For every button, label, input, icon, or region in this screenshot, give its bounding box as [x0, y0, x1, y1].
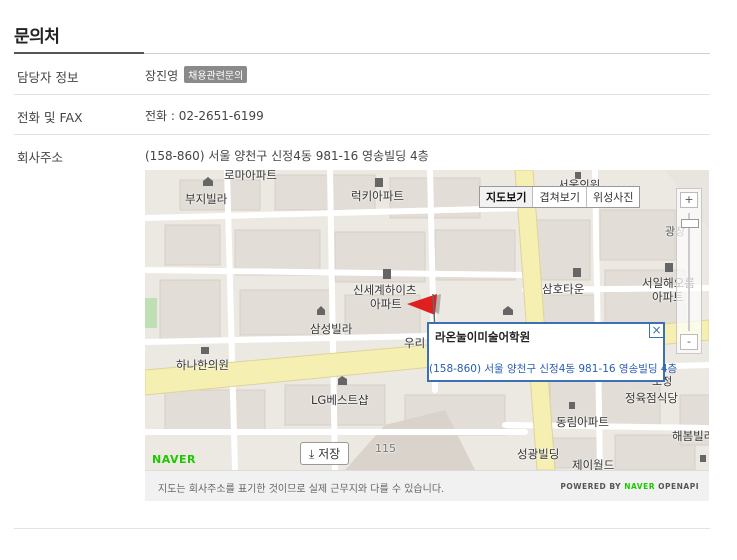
map-label-haebom: 해봄빌라	[672, 429, 709, 443]
manager-name: 장진영	[145, 69, 179, 83]
save-map-button[interactable]: ⤓ 저장	[300, 442, 350, 465]
manager-label: 담당자 정보	[17, 70, 79, 85]
powered-by: POWERED BY NAVER OPENAPI	[560, 482, 699, 491]
zoom-out-button[interactable]: -	[680, 334, 698, 350]
save-label: 저장	[318, 447, 341, 461]
map-label-lgbest: LG베스트샵	[311, 393, 369, 407]
map-label-shinsegae2: 아파트	[370, 297, 402, 311]
naver-logo[interactable]: NAVER	[152, 453, 196, 466]
info-close-button[interactable]: ×	[649, 324, 663, 338]
map-label-samsung: 삼성빌라	[310, 322, 353, 336]
manager-value: 장진영 채용관련문의	[145, 66, 248, 84]
zoom-control: + -	[676, 188, 702, 354]
satellite-type-button[interactable]: 위성사진	[585, 187, 639, 207]
info-address[interactable]: (158-860) 서울 양천구 신정4동 981-16 영송빌딩 4층	[429, 361, 677, 376]
map-label-donglim: 동림아파트	[556, 415, 609, 429]
zoom-in-button[interactable]: +	[680, 192, 698, 208]
section-title: 문의처	[14, 27, 60, 47]
map-label-seonggwang: 성광빌딩	[517, 447, 560, 461]
recruit-badge: 채용관련문의	[184, 66, 248, 83]
map-label-hanahan: 하나한의원	[176, 358, 229, 372]
map-label-buji: 부지빌라	[185, 192, 228, 206]
address-value: (158-860) 서울 양천구 신정4동 981-16 영송빌딩 4층	[145, 149, 429, 163]
row-divider	[14, 94, 710, 95]
phone-value: 전화 : 02-2651-6199	[145, 109, 264, 123]
address-label: 회사주소	[17, 150, 64, 165]
map-type-button[interactable]: 지도보기	[480, 187, 533, 207]
map-label-samhotown: 삼호타운	[542, 282, 585, 296]
row-divider	[14, 134, 710, 135]
powered-suffix: OPENAPI	[658, 482, 699, 491]
title-underline	[14, 52, 144, 54]
powered-brand: NAVER	[624, 482, 655, 491]
zoom-handle[interactable]	[681, 219, 699, 228]
map-label-woori: 우리	[404, 336, 426, 350]
zoom-track[interactable]	[688, 213, 690, 331]
map-canvas	[145, 170, 709, 470]
download-icon: ⤓	[309, 447, 315, 461]
map-type-switcher: 지도보기 겹쳐보기 위성사진	[479, 186, 641, 208]
info-place-name: 라온눌이미술어학원	[435, 330, 531, 344]
overlay-type-button[interactable]: 겹쳐보기	[532, 187, 585, 207]
map-label-jeiworld: 제이월드	[572, 458, 615, 470]
map-label-num115: 115	[375, 442, 396, 455]
map-footer: 지도는 회사주소를 표기한 것이므로 실제 근무지와 다를 수 있습니다. PO…	[145, 470, 709, 501]
map-label-romaapt: 로마아파트	[224, 170, 277, 182]
location-map[interactable]: 로마아파트 부지빌라 럭키아파트 서울의원 신세계하이츠 아파트 삼호타운 서일…	[145, 170, 709, 470]
map-label-lucky: 럭키아파트	[351, 189, 404, 203]
map-disclaimer: 지도는 회사주소를 표기한 것이므로 실제 근무지와 다를 수 있습니다.	[158, 484, 445, 495]
phone-label: 전화 및 FAX	[17, 110, 83, 125]
powered-prefix: POWERED BY	[560, 482, 622, 491]
info-window: 라온눌이미술어학원 (158-860) 서울 양천구 신정4동 981-16 영…	[427, 322, 677, 382]
bottom-divider	[14, 528, 710, 529]
section-divider	[144, 53, 710, 54]
map-label-jungyuk: 정육점식당	[625, 391, 678, 405]
